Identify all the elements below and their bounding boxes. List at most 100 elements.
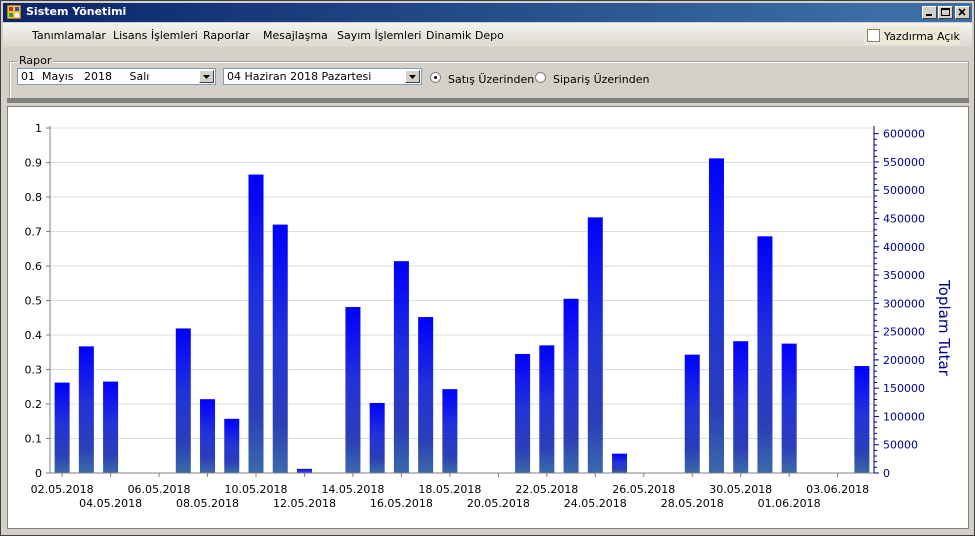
bar	[369, 402, 385, 473]
bar	[78, 346, 94, 473]
chart-panel: 0 0.1 0.2 0.3 0.4 0.5 0.6 0.7 0.8 0.9 1 0 50000 1000…	[7, 106, 969, 529]
chevron-down-icon	[203, 75, 210, 79]
left-tick-label: 0.4	[25, 329, 43, 342]
grid-lines	[50, 127, 874, 439]
bar	[272, 224, 288, 473]
bar	[248, 174, 264, 473]
x-tick-label: 22.05.2018	[515, 483, 578, 496]
x-tick-label: 02.05.2018	[31, 483, 94, 496]
chevron-down-icon	[409, 75, 416, 79]
splitter[interactable]	[7, 98, 969, 103]
right-tick-label: 0	[883, 467, 890, 480]
x-tick-label: 16.05.2018	[370, 497, 433, 510]
print-toggle[interactable]: Yazdırma Açık	[864, 27, 960, 45]
bar	[612, 453, 628, 473]
bar	[515, 353, 531, 473]
x-tick-label: 06.05.2018	[128, 483, 191, 496]
left-tick-label: 0	[35, 467, 42, 480]
window-title: Sistem Yönetimi	[26, 5, 127, 18]
x-tick-label: 20.05.2018	[467, 497, 530, 510]
x-tick-label: 14.05.2018	[321, 483, 384, 496]
left-tick-label: 0.7	[25, 226, 43, 239]
right-tick-label: 550000	[883, 156, 925, 169]
x-tick-label: 03.06.2018	[806, 483, 869, 496]
left-axis: 0 0.1 0.2 0.3 0.4 0.5 0.6 0.7 0.8 0.9 1	[25, 122, 51, 480]
bar	[708, 158, 724, 474]
x-tick-label: 04.05.2018	[79, 497, 142, 510]
right-tick-label: 150000	[883, 382, 925, 395]
menu-sayim-islemleri[interactable]: Sayım İşlemleri	[337, 29, 421, 42]
close-button[interactable]	[955, 6, 970, 19]
bar	[442, 389, 458, 473]
bars	[54, 158, 870, 474]
menu-lisans-islemleri[interactable]: Lisans İşlemleri	[113, 29, 198, 42]
end-date-picker[interactable]: 04 Haziran 2018 Pazartesi	[223, 68, 422, 85]
title-bar[interactable]: Sistem Yönetimi	[3, 3, 972, 22]
minimize-icon	[926, 14, 932, 16]
print-checkbox[interactable]	[867, 29, 880, 42]
radio-selected-dot	[434, 76, 437, 79]
menu-raporlar[interactable]: Raporlar	[203, 29, 250, 42]
bar	[733, 341, 749, 473]
sales-chart: 0 0.1 0.2 0.3 0.4 0.5 0.6 0.7 0.8 0.9 1 0 50000 1000…	[25, 122, 954, 510]
bar	[854, 366, 870, 473]
menu-dinamik-depo[interactable]: Dinamik Depo	[426, 29, 504, 42]
x-tick-label: 12.05.2018	[273, 497, 336, 510]
menu-bar: Tanımlamalar Lisans İşlemleri Raporlar M…	[3, 23, 972, 47]
right-axis-title: Toplam Tutar	[935, 279, 953, 377]
bar	[418, 317, 434, 473]
right-tick-label: 350000	[883, 269, 925, 282]
start-date-dropdown-button[interactable]	[199, 70, 214, 83]
bar	[54, 382, 70, 473]
bar	[200, 399, 216, 473]
x-tick-label: 30.05.2018	[709, 483, 772, 496]
bar	[296, 468, 312, 473]
bar	[345, 307, 361, 473]
left-tick-label: 0.8	[25, 191, 43, 204]
bar	[175, 328, 191, 473]
x-tick-label: 01.06.2018	[758, 497, 821, 510]
left-tick-label: 1	[35, 122, 42, 135]
right-tick-label: 200000	[883, 354, 925, 367]
left-tick-label: 0.5	[25, 295, 43, 308]
right-tick-label: 600000	[883, 128, 925, 141]
right-axis: 0 50000 100000 150000 200000 250000 300000 3500…	[873, 126, 925, 480]
bar	[757, 236, 773, 473]
print-checkbox-label: Yazdırma Açık	[884, 30, 960, 43]
right-tick-label: 500000	[883, 184, 925, 197]
right-tick-label: 400000	[883, 241, 925, 254]
radio-orders[interactable]	[535, 72, 546, 83]
right-tick-label: 250000	[883, 326, 925, 339]
radio-sales-label: Satış Üzerinden	[448, 73, 535, 86]
right-tick-label: 100000	[883, 410, 925, 423]
x-tick-label: 18.05.2018	[418, 483, 481, 496]
x-tick-label: 24.05.2018	[564, 497, 627, 510]
x-tick-label: 26.05.2018	[612, 483, 675, 496]
right-tick-label: 300000	[883, 297, 925, 310]
bar	[103, 381, 119, 473]
x-tick-label: 10.05.2018	[225, 483, 288, 496]
radio-sales[interactable]	[430, 72, 441, 83]
end-date-dropdown-button[interactable]	[405, 70, 420, 83]
radio-orders-label: Sipariş Üzerinden	[553, 73, 650, 86]
menu-tanimlamalar[interactable]: Tanımlamalar	[32, 29, 106, 42]
application-window: Sistem Yönetimi Tanımlamalar Lisans İşle…	[0, 0, 975, 536]
left-tick-label: 0.3	[25, 364, 43, 377]
right-tick-label: 450000	[883, 212, 925, 225]
maximize-icon	[941, 8, 950, 16]
app-icon	[7, 5, 21, 19]
bar	[393, 261, 409, 473]
bar	[563, 298, 579, 473]
bar	[587, 217, 603, 473]
left-tick-label: 0.9	[25, 157, 43, 170]
x-tick-label: 08.05.2018	[176, 497, 239, 510]
minimize-button[interactable]	[922, 6, 937, 19]
end-date-value: 04 Haziran 2018 Pazartesi	[227, 70, 372, 83]
menu-mesajlasma[interactable]: Mesajlaşma	[263, 29, 328, 42]
start-date-picker[interactable]: 01 Mayıs 2018 Salı	[17, 68, 216, 85]
left-tick-label: 0.2	[25, 398, 43, 411]
left-tick-label: 0.6	[25, 260, 43, 273]
bar	[539, 345, 555, 473]
x-tick-label: 28.05.2018	[661, 497, 724, 510]
maximize-button[interactable]	[938, 6, 953, 19]
